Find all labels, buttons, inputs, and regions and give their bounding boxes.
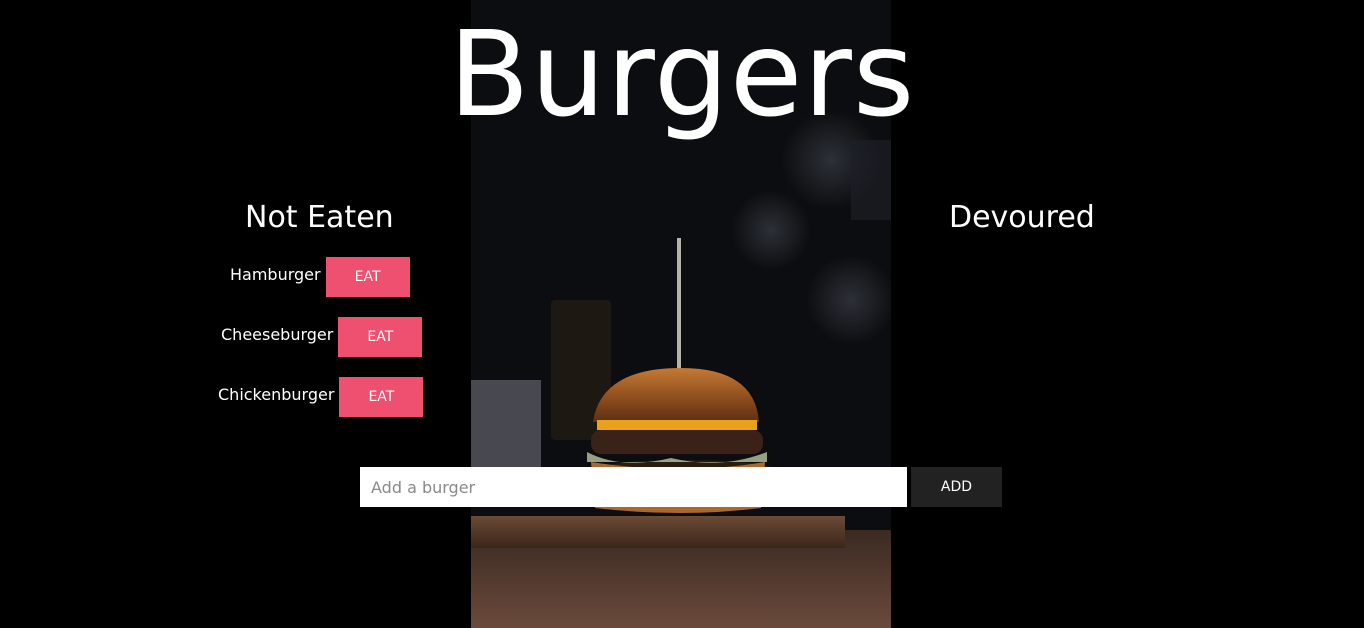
devoured-heading: Devoured (949, 200, 1095, 235)
eat-button[interactable]: EAT (339, 377, 424, 417)
burger-name: Cheeseburger (221, 325, 334, 344)
page-title: Burgers (448, 5, 916, 143)
list-item: Hamburger EAT (230, 257, 410, 297)
not-eaten-heading: Not Eaten (245, 200, 394, 235)
add-burger-input[interactable] (360, 467, 907, 507)
eat-button[interactable]: EAT (338, 317, 423, 357)
add-burger-form: ADD (360, 467, 1002, 507)
list-item: Chickenburger EAT (218, 377, 424, 417)
eat-button[interactable]: EAT (325, 257, 410, 297)
burger-name: Hamburger (230, 265, 321, 284)
add-button[interactable]: ADD (911, 467, 1002, 507)
list-item: Cheeseburger EAT (221, 317, 423, 357)
burger-name: Chickenburger (218, 385, 335, 404)
